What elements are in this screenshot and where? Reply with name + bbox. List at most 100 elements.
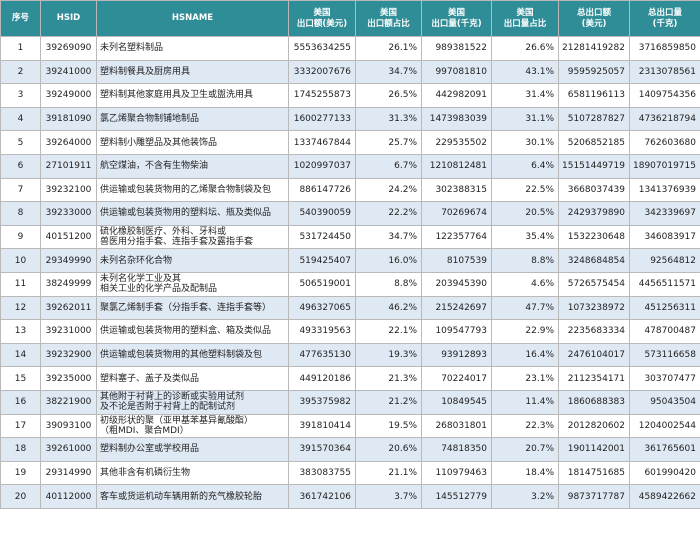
cell-hsid: 39264000 [40, 130, 97, 155]
header-hsname: HSNAME [96, 0, 289, 37]
cell-seq: 18 [0, 437, 41, 462]
table-row: 2 39241000 塑料制餐具及厨房用具 3332007676 34.7% 997081… [0, 59, 700, 85]
cell-seq: 12 [0, 295, 41, 321]
cell-total-export-value: 2235683334 [558, 319, 630, 344]
cell-seq: 9 [0, 224, 41, 250]
cell-total-export-value: 1860688383 [558, 389, 630, 415]
cell-total-export-qty: 4456511571 [629, 271, 700, 297]
cell-hsname: 其他附于衬背上的诊断或实验用试剂 及不论是否附于衬背上的配制试剂 [96, 389, 289, 415]
cell-us-export-qty-share: 20.5% [491, 201, 559, 226]
cell-total-export-qty: 601990420 [629, 460, 700, 486]
cell-us-export-value-share: 3.7% [355, 484, 422, 509]
cell-total-export-qty: 303707477 [629, 366, 700, 391]
cell-seq: 1 [0, 36, 41, 61]
cell-seq: 7 [0, 177, 41, 203]
table-row: 15 39235000 塑料塞子、盖子及类似品 449120186 21.3% 70224… [0, 366, 700, 391]
table-row: 9 40151200 硫化橡胶制医疗、外科、牙科或 兽医用分指手套、连指手套及露指手… [0, 224, 700, 250]
cell-us-export-value-share: 21.1% [355, 460, 422, 486]
cell-hsname: 初级形状的聚（亚甲基苯基异氰酸酯） （粗MDI、聚合MDI） [96, 413, 289, 439]
cell-total-export-qty: 3716859850 [629, 36, 700, 61]
cell-us-export-value: 3332007676 [288, 59, 356, 85]
cell-hsid: 39269090 [40, 36, 97, 61]
cell-us-export-qty: 989381522 [421, 36, 492, 61]
cell-us-export-value: 519425407 [288, 248, 356, 273]
cell-us-export-qty-share: 43.1% [491, 59, 559, 85]
table-header-row: 序号 HSID HSNAME 美国 出口额(美元) 美国 出口额占比 美国 出口… [0, 0, 700, 37]
cell-us-export-qty-share: 22.5% [491, 177, 559, 203]
header-us-export-value-share: 美国 出口额占比 [355, 0, 422, 37]
cell-total-export-qty: 1204002544 [629, 413, 700, 439]
header-us-export-qty-share: 美国 出口量占比 [491, 0, 559, 37]
cell-us-export-qty: 215242697 [421, 295, 492, 321]
table-row: 3 39249000 塑料制其他家庭用具及卫生或盥洗用具 1745255873 26.5… [0, 83, 700, 108]
export-data-table: 序号 HSID HSNAME 美国 出口额(美元) 美国 出口额占比 美国 出口… [0, 0, 700, 509]
cell-total-export-qty: 342339697 [629, 201, 700, 226]
table-row: 13 39231000 供运输或包装货物用的塑料盒、箱及类似品 493319563 22… [0, 319, 700, 344]
cell-us-export-qty: 109547793 [421, 319, 492, 344]
cell-us-export-qty-share: 26.6% [491, 36, 559, 61]
cell-us-export-qty: 268031801 [421, 413, 492, 439]
table-row: 14 39232900 供运输或包装货物用的其他塑料制袋及包 477635130 19.… [0, 342, 700, 368]
cell-total-export-value: 1814751685 [558, 460, 630, 486]
cell-us-export-qty: 74818350 [421, 437, 492, 462]
cell-us-export-value-share: 8.8% [355, 271, 422, 297]
cell-hsid: 39231000 [40, 319, 97, 344]
cell-us-export-qty: 442982091 [421, 83, 492, 108]
cell-total-export-value: 2429379890 [558, 201, 630, 226]
cell-us-export-value-share: 22.1% [355, 319, 422, 344]
cell-us-export-value-share: 22.2% [355, 201, 422, 226]
header-us-export-qty: 美国 出口量(千克) [421, 0, 492, 37]
cell-hsname: 塑料塞子、盖子及类似品 [96, 366, 289, 391]
cell-total-export-qty: 1341376939 [629, 177, 700, 203]
cell-total-export-value: 6581196113 [558, 83, 630, 108]
cell-us-export-value-share: 25.7% [355, 130, 422, 155]
cell-total-export-value: 21281419282 [558, 36, 630, 61]
cell-hsname: 供运输或包装货物用的其他塑料制袋及包 [96, 342, 289, 368]
table-row: 10 29349990 未列名杂环化合物 519425407 16.0% 8107539 8… [0, 248, 700, 273]
table-row: 7 39232100 供运输或包装货物用的乙烯聚合物制袋及包 886147726 24.… [0, 177, 700, 203]
cell-hsname: 未列名杂环化合物 [96, 248, 289, 273]
cell-hsname: 未列名化学工业及其 相关工业的化学产品及配制品 [96, 271, 289, 297]
cell-us-export-qty-share: 11.4% [491, 389, 559, 415]
cell-total-export-value: 1532230648 [558, 224, 630, 250]
cell-us-export-value: 391570364 [288, 437, 356, 462]
cell-total-export-value: 1073238972 [558, 295, 630, 321]
cell-us-export-qty-share: 3.2% [491, 484, 559, 509]
cell-us-export-qty: 93912893 [421, 342, 492, 368]
cell-hsname: 氯乙烯聚合物制铺地制品 [96, 106, 289, 132]
table-row: 11 38249999 未列名化学工业及其 相关工业的化学产品及配制品 5065190… [0, 271, 700, 297]
cell-us-export-value-share: 26.1% [355, 36, 422, 61]
cell-us-export-value: 531724450 [288, 224, 356, 250]
cell-hsname: 塑料制餐具及厨房用具 [96, 59, 289, 85]
cell-seq: 19 [0, 460, 41, 486]
cell-us-export-qty-share: 20.7% [491, 437, 559, 462]
cell-total-export-value: 3248684854 [558, 248, 630, 273]
cell-total-export-value: 9873717787 [558, 484, 630, 509]
cell-us-export-qty: 1473983039 [421, 106, 492, 132]
cell-us-export-value: 886147726 [288, 177, 356, 203]
cell-us-export-value-share: 19.5% [355, 413, 422, 439]
cell-us-export-value: 383083755 [288, 460, 356, 486]
cell-total-export-value: 5726575454 [558, 271, 630, 297]
cell-seq: 4 [0, 106, 41, 132]
table-body: 1 39269090 未列名塑料制品 5553634255 26.1% 989381522… [0, 36, 700, 509]
cell-seq: 10 [0, 248, 41, 273]
cell-total-export-value: 5107287827 [558, 106, 630, 132]
cell-seq: 5 [0, 130, 41, 155]
table-row: 18 39261000 塑料制办公室或学校用品 391570364 20.6% 74818… [0, 437, 700, 462]
cell-total-export-value: 2012820602 [558, 413, 630, 439]
cell-total-export-qty: 18907019715 [629, 153, 700, 179]
cell-us-export-value: 449120186 [288, 366, 356, 391]
cell-total-export-qty: 4736218794 [629, 106, 700, 132]
cell-total-export-qty: 573116658 [629, 342, 700, 368]
cell-total-export-value: 1901142001 [558, 437, 630, 462]
cell-us-export-value-share: 34.7% [355, 224, 422, 250]
cell-us-export-qty-share: 16.4% [491, 342, 559, 368]
cell-total-export-qty: 762603680 [629, 130, 700, 155]
cell-us-export-qty: 997081810 [421, 59, 492, 85]
cell-us-export-qty: 302388315 [421, 177, 492, 203]
cell-seq: 6 [0, 153, 41, 179]
table-row: 17 39093100 初级形状的聚（亚甲基苯基异氰酸酯） （粗MDI、聚合MDI）… [0, 413, 700, 439]
cell-hsid: 27101911 [40, 153, 97, 179]
cell-us-export-value-share: 16.0% [355, 248, 422, 273]
